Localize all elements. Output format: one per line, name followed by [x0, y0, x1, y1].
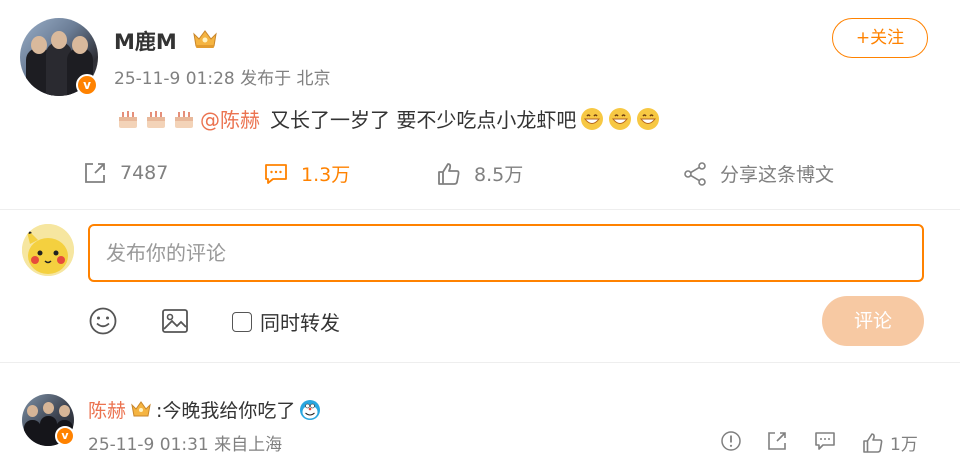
post-action-bar: 7487 1.3万 8.5万 分享这条博文: [0, 160, 960, 198]
emoji-picker-icon[interactable]: [88, 306, 118, 336]
pikachu-avatar-icon: [22, 224, 74, 276]
comment-like-button[interactable]: 1万: [862, 430, 918, 455]
like-count: 8.5万: [474, 164, 524, 186]
share-label: 分享这条博文: [720, 164, 835, 186]
grin-emoji-icon: [581, 107, 604, 130]
comment-icon: [815, 432, 835, 450]
cake-emoji-icon: [175, 110, 193, 128]
grin-emoji-icon: [609, 107, 632, 130]
comment-icon: [265, 163, 287, 184]
vip-crown-icon: [131, 400, 151, 416]
verified-badge-icon: v: [55, 426, 75, 446]
repost-count: 7487: [120, 162, 169, 184]
current-user-avatar[interactable]: [22, 224, 74, 276]
reply-button[interactable]: [814, 430, 836, 452]
share-button[interactable]: 分享这条博文: [682, 160, 834, 187]
thumbs-up-icon: [438, 162, 460, 185]
thumbs-up-icon: [863, 432, 883, 453]
author-name[interactable]: M鹿M: [114, 26, 177, 56]
post-text: 又长了一岁了 要不少吃点小龙虾吧: [270, 108, 577, 132]
submit-comment-button[interactable]: 评论: [822, 296, 924, 346]
post-meta: 25-11-9 01:28 发布于 北京: [114, 69, 331, 89]
comment-button[interactable]: 1.3万: [263, 160, 350, 187]
comment-like-count: 1万: [890, 435, 918, 455]
weibo-post: v M鹿M 25-11-9 01:28 发布于 北京 +关注 @陈赫 又长了一岁…: [0, 0, 960, 210]
comment-count: 1.3万: [301, 164, 351, 186]
share-icon: [684, 161, 706, 186]
mention-link[interactable]: @陈赫: [200, 104, 260, 133]
verified-badge-icon: v: [76, 74, 98, 96]
cake-emoji-icon: [119, 110, 137, 128]
divider: [0, 209, 960, 210]
grin-emoji-icon: [637, 107, 660, 130]
comment-repost-button[interactable]: [766, 430, 788, 452]
checkbox[interactable]: [232, 311, 252, 332]
post-content: @陈赫 又长了一岁了 要不少吃点小龙虾吧: [116, 104, 660, 133]
repost-checkbox[interactable]: 同时转发: [232, 307, 340, 336]
commenter-name[interactable]: 陈赫: [88, 396, 126, 423]
vip-crown-icon: [193, 30, 217, 48]
like-button[interactable]: 8.5万: [436, 160, 523, 187]
repost-icon: [85, 163, 105, 183]
repost-button[interactable]: 7487: [82, 160, 168, 186]
comment-input[interactable]: 发布你的评论: [88, 224, 924, 282]
follow-button[interactable]: +关注: [832, 18, 928, 58]
divider: [0, 362, 960, 363]
cake-emoji-icon: [147, 110, 165, 128]
image-upload-icon[interactable]: [160, 306, 190, 336]
report-button[interactable]: [720, 430, 742, 452]
repost-icon: [768, 432, 786, 450]
comment-text: :今晚我给你吃了: [156, 400, 296, 422]
repost-option-label: 同时转发: [260, 311, 340, 335]
comment-meta: 25-11-9 01:31 来自上海: [88, 435, 283, 455]
doraemon-emoji-icon: [300, 399, 321, 420]
report-icon: [721, 431, 741, 451]
comment-item: 陈赫 :今晚我给你吃了: [88, 396, 321, 423]
